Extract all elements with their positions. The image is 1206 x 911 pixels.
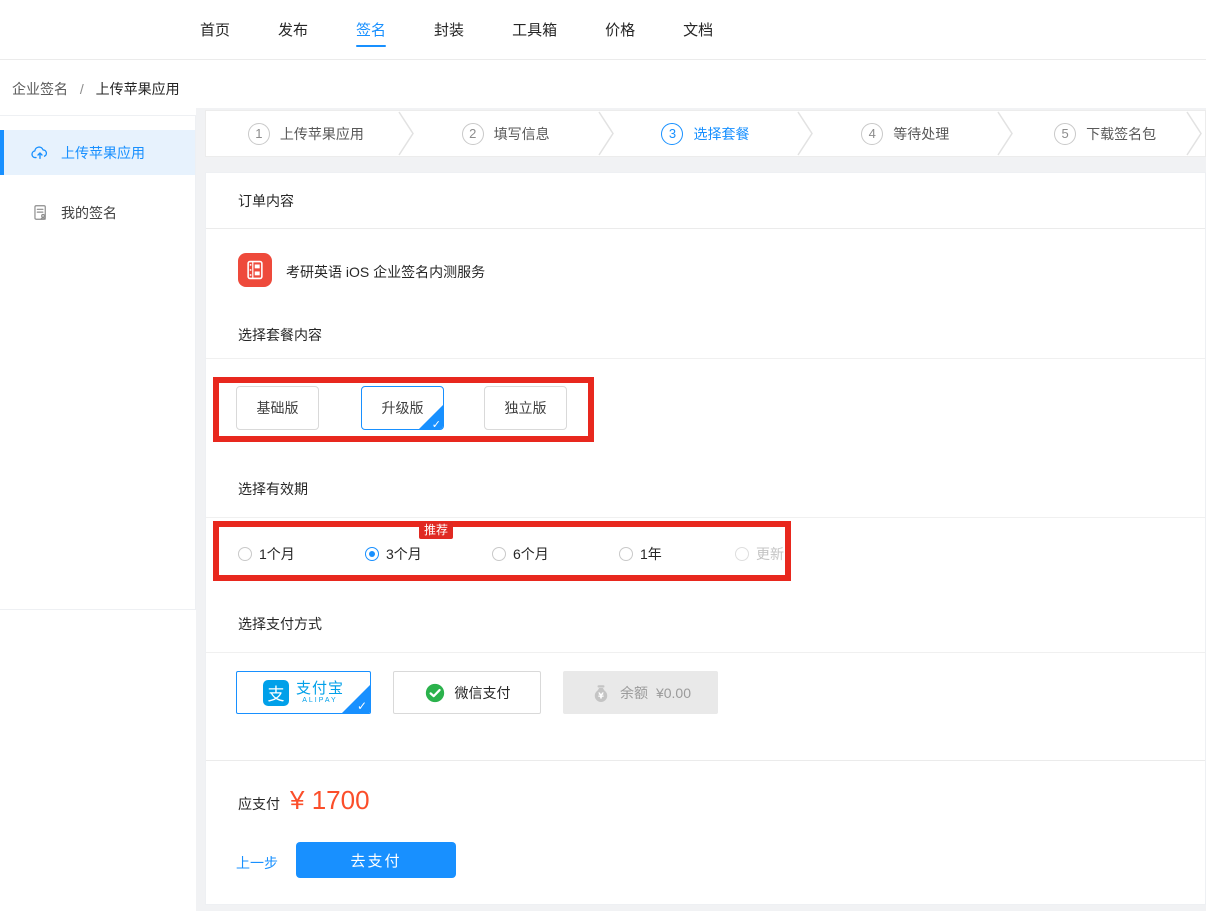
breadcrumb-current: 上传苹果应用 [96,81,180,97]
package-options-row: 基础版 升级版 ✓ 独立版 [206,359,1205,461]
nav-item-sign[interactable]: 签名 [356,0,386,60]
package-option-label: 基础版 [257,398,299,418]
section-title-package: 选择套餐内容 [206,311,1205,359]
radio-icon-disabled [735,547,749,561]
payment-option-balance: ¥ 余额 ¥0.00 [563,671,718,714]
radio-icon-selected [365,547,379,561]
validity-option-1year[interactable]: 1年 [619,544,662,564]
payment-summary: 应支付 ¥ 1700 上一步 去支付 [206,761,1205,906]
check-icon: ✓ [357,699,367,713]
radio-label: 3个月 [386,544,422,564]
package-option-standalone[interactable]: 独立版 [484,386,567,430]
nav-item-toolbox[interactable]: 工具箱 [512,0,557,60]
chevron-separator-icon [1185,111,1203,156]
section-title-order: 订单内容 [206,173,1205,229]
steps-wizard: 1 上传苹果应用 2 填写信息 3 选择套餐 4 等待处理 5 下载签名包 [205,110,1206,157]
package-option-upgrade[interactable]: 升级版 ✓ [361,386,444,430]
product-name: 考研英语 iOS 企业签名内测服务 [286,262,485,282]
balance-name: 余额 [620,683,648,703]
radio-label: 更新 [756,544,784,564]
step-number: 2 [462,123,484,145]
sidebar-item-upload-app[interactable]: 上传苹果应用 [0,130,195,175]
package-option-label: 独立版 [505,398,547,418]
breadcrumb: 企业签名 / 上传苹果应用 [12,79,180,99]
nav-item-price[interactable]: 价格 [605,0,635,60]
validity-option-3months[interactable]: 3个月 [365,544,422,564]
step-number: 1 [248,123,270,145]
step-5-download-package: 5 下载签名包 [1005,111,1205,156]
go-pay-button[interactable]: 去支付 [296,842,456,878]
nav-item-publish[interactable]: 发布 [278,0,308,60]
step-label: 等待处理 [893,124,949,144]
radio-icon [619,547,633,561]
radio-icon [238,547,252,561]
wechat-pay-icon [424,682,446,704]
amount-due-value: ¥ 1700 [290,785,370,816]
section-title-payment: 选择支付方式 [206,596,1205,653]
package-option-label: 升级版 [382,398,424,418]
radio-label: 1年 [640,544,662,564]
alipay-logo-icon: 支 [263,680,289,706]
previous-step-link[interactable]: 上一步 [236,853,278,873]
radio-icon [492,547,506,561]
radio-label: 1个月 [259,544,295,564]
sidebar: 上传苹果应用 我的签名 [0,115,196,610]
cloud-upload-icon [30,143,50,163]
breadcrumb-separator: / [80,81,84,97]
wechat-name: 微信支付 [455,683,511,703]
step-number: 5 [1054,123,1076,145]
validity-option-1month[interactable]: 1个月 [238,544,295,564]
sidebar-item-my-signatures[interactable]: 我的签名 [0,190,195,235]
validity-options-row: 推荐 1个月 3个月 6个月 1年 更新 [206,518,1205,596]
payment-option-wechat[interactable]: 微信支付 [393,671,541,714]
sidebar-item-label: 我的签名 [61,203,117,223]
nav-item-docs[interactable]: 文档 [683,0,713,60]
breadcrumb-parent[interactable]: 企业签名 [12,81,68,97]
package-option-basic[interactable]: 基础版 [236,386,319,430]
alipay-name: 支付宝 [296,681,344,697]
svg-text:¥: ¥ [598,690,604,700]
validity-option-renew: 更新 [735,544,784,564]
order-panel: 订单内容 考研英语 iOS 企业签名内测服务 选择套餐内容 基础版 升级版 ✓ [205,172,1206,905]
recommended-badge: 推荐 [419,522,453,539]
chevron-separator-icon [597,111,615,156]
chevron-separator-icon [796,111,814,156]
balance-amount: ¥0.00 [656,685,691,701]
sidebar-item-label: 上传苹果应用 [61,143,145,163]
payment-option-alipay[interactable]: 支 支付宝 ALIPAY ✓ [236,671,371,714]
app-film-icon [238,253,272,287]
payment-options-row: 支 支付宝 ALIPAY ✓ 微信支付 [206,653,1205,761]
product-row: 考研英语 iOS 企业签名内测服务 [206,229,1205,311]
signature-doc-icon [30,203,50,223]
chevron-separator-icon [397,111,415,156]
step-3-select-package: 3 选择套餐 [606,111,806,156]
step-number: 3 [661,123,683,145]
nav-item-package[interactable]: 封装 [434,0,464,60]
chevron-separator-icon [996,111,1014,156]
step-label: 下载签名包 [1086,124,1156,144]
validity-option-6months[interactable]: 6个月 [492,544,549,564]
step-4-wait-processing: 4 等待处理 [805,111,1005,156]
check-icon: ✓ [432,418,441,430]
step-1-upload-app: 1 上传苹果应用 [206,111,406,156]
nav-item-home[interactable]: 首页 [200,0,230,60]
amount-due-label: 应支付 [238,794,280,814]
section-title-validity: 选择有效期 [206,461,1205,518]
top-navigation: 首页 发布 签名 封装 工具箱 价格 文档 [0,0,1206,60]
step-label: 填写信息 [494,124,550,144]
radio-label: 6个月 [513,544,549,564]
alipay-subtitle: ALIPAY [302,697,337,705]
step-number: 4 [861,123,883,145]
step-label: 上传苹果应用 [280,124,364,144]
step-2-fill-info: 2 填写信息 [406,111,606,156]
step-label: 选择套餐 [693,124,749,144]
money-bag-icon: ¥ [590,682,612,704]
